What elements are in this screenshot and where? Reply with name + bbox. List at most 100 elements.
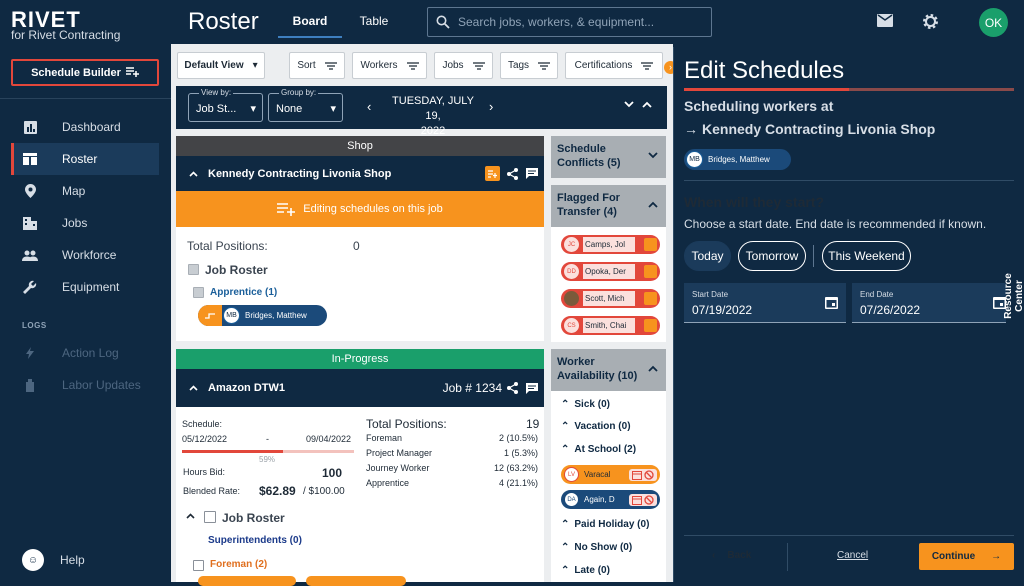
workers-filter-button[interactable]: Workers [352, 52, 427, 79]
sidebar-label: Labor Updates [62, 378, 141, 392]
schedule-builder-button[interactable]: Schedule Builder [11, 59, 159, 86]
flagged-worker-chip[interactable]: JC Camps, Jol [561, 235, 660, 254]
schedule-end: 09/04/2022 [306, 434, 352, 444]
cancel-button[interactable]: Cancel [837, 550, 868, 561]
flagged-worker-chip[interactable]: DD Opoka, Der [561, 262, 660, 281]
sidebar-item-labor-updates[interactable]: Labor Updates [11, 370, 159, 400]
sidebar-item-jobs[interactable]: Jobs [11, 208, 159, 238]
chevron-up-icon[interactable] [189, 385, 198, 391]
schedule-conflicts-header[interactable]: Schedule Conflicts (5) [551, 136, 666, 178]
flagged-title: Flagged For Transfer (4) [557, 192, 620, 218]
today-chip[interactable]: Today [684, 241, 731, 271]
tomorrow-chip[interactable]: Tomorrow [738, 241, 806, 271]
worker-chip[interactable] [306, 576, 406, 586]
view-by-select[interactable]: View by: Job St... ▾ [188, 88, 263, 122]
worker-availability-header[interactable]: Worker Availability (10) [551, 349, 666, 391]
availability-group[interactable]: ⌃ Sick (0) [561, 399, 610, 410]
shop-job-header[interactable]: Kennedy Contracting Livonia Shop [176, 156, 544, 191]
chevron-right-icon[interactable]: › [489, 99, 493, 114]
availability-group[interactable]: ⌃ Paid Holiday (0) [561, 519, 649, 530]
certifications-filter-button[interactable]: Certifications [565, 52, 663, 79]
availability-group-label: At School (2) [574, 444, 637, 455]
add-schedule-icon[interactable] [485, 166, 500, 181]
calendar-icon[interactable] [825, 296, 838, 309]
availability-worker-chip[interactable]: LV Varacal [561, 465, 660, 484]
hours-bid-label: Hours Bid: [183, 467, 226, 477]
scheduling-job: → Kennedy Contracting Livonia Shop [684, 121, 935, 137]
sidebar-item-workforce[interactable]: Workforce [11, 240, 159, 270]
availability-worker-chip[interactable]: DA Again, D [561, 490, 660, 509]
user-avatar[interactable]: OK [979, 8, 1008, 37]
availability-group[interactable]: ⌃ At School (2) [561, 444, 636, 455]
chevron-left-icon[interactable]: ‹ [367, 99, 371, 114]
chevron-up-icon[interactable] [642, 101, 652, 108]
flagged-transfer-header[interactable]: Flagged For Transfer (4) [551, 185, 666, 227]
amazon-roster-checkbox[interactable] [204, 511, 216, 523]
flagged-worker-chip[interactable]: Scott, Mich [561, 289, 660, 308]
view-select[interactable]: Default View ▾ [177, 52, 265, 79]
schedule-progress-fill [182, 450, 284, 453]
worker-chip[interactable] [198, 576, 296, 586]
worker-photo [564, 291, 579, 306]
caret-down-icon: ▾ [252, 60, 258, 71]
position-count: 12 (63.2%) [493, 463, 538, 473]
share-icon[interactable] [507, 167, 518, 180]
sidebar-label: Jobs [62, 216, 88, 230]
availability-group[interactable]: ⌃ Vacation (0) [561, 421, 631, 432]
flag-icon[interactable] [644, 265, 657, 278]
mail-icon[interactable] [877, 14, 893, 27]
superintendents-label[interactable]: Superintendents (0) [208, 535, 302, 546]
job-roster-checkbox[interactable] [188, 264, 199, 275]
tab-table[interactable]: Table [342, 14, 406, 38]
comment-icon[interactable] [526, 382, 538, 394]
tags-filter-label: Tags [507, 60, 530, 71]
jobs-filter-button[interactable]: Jobs [434, 52, 493, 79]
start-hint: Choose a start date. End date is recomme… [684, 217, 987, 231]
this-weekend-chip[interactable]: This Weekend [822, 241, 911, 271]
back-button[interactable]: ‹ Back [712, 550, 751, 561]
selected-worker-chip[interactable]: MB Bridges, Matthew [684, 149, 791, 170]
availability-group[interactable]: ⌃ No Show (0) [561, 542, 632, 553]
tab-board[interactable]: Board [278, 14, 342, 38]
chevron-up-icon: ⌃ [561, 565, 570, 576]
resource-center-tab[interactable]: Resource Center [1003, 253, 1024, 333]
chevron-up-icon[interactable] [189, 170, 198, 177]
worker-avatar: JC [564, 237, 579, 252]
group-by-select[interactable]: Group by: None ▾ [268, 88, 343, 122]
sidebar-item-roster[interactable]: Roster [11, 143, 159, 175]
availability-group[interactable]: ⌃ Late (0) [561, 565, 610, 576]
gear-icon[interactable] [922, 13, 939, 30]
search-input[interactable]: Search jobs, workers, & equipment... [427, 7, 712, 37]
labor-updates-icon [22, 377, 38, 393]
filter-lines-icon [406, 61, 419, 70]
sort-label: Sort [297, 60, 316, 71]
sort-button[interactable]: Sort [289, 52, 345, 79]
filter-lines-icon [472, 61, 485, 70]
sidebar-item-equipment[interactable]: Equipment [11, 272, 159, 302]
tags-filter-button[interactable]: Tags [500, 52, 558, 79]
start-date-input[interactable]: Start Date 07/19/2022 [684, 283, 846, 323]
apprentice-checkbox[interactable] [193, 287, 204, 298]
sidebar-item-action-log[interactable]: Action Log [11, 338, 159, 368]
flag-icon[interactable] [644, 238, 657, 251]
resource-center-label: Resource Center [1003, 273, 1024, 319]
comment-icon[interactable] [526, 168, 538, 179]
workforce-icon [22, 247, 38, 263]
amazon-job-header[interactable]: Amazon DTW1 Job # 1234 [176, 369, 544, 407]
flagged-worker-chip[interactable]: CS Smith, Chai [561, 316, 660, 335]
share-icon[interactable] [507, 382, 518, 394]
foreman-checkbox[interactable] [193, 560, 204, 571]
sidebar-item-map[interactable]: Map [11, 176, 159, 206]
sidebar-item-dashboard[interactable]: Dashboard [11, 112, 159, 142]
worker-chip-bridges[interactable]: MB Bridges, Matthew [198, 305, 327, 326]
chevron-up-icon[interactable] [186, 513, 195, 519]
flag-icon[interactable] [644, 319, 657, 332]
end-date-input[interactable]: End Date 07/26/2022 [852, 283, 1014, 323]
chevron-down-icon[interactable] [624, 101, 634, 108]
bolt-icon [22, 345, 38, 361]
chevron-up-icon: ⌃ [561, 399, 570, 410]
continue-button[interactable]: Continue → [919, 543, 1014, 570]
help-link[interactable]: ☺ Help [22, 549, 85, 571]
start-date-label: Start Date [692, 290, 729, 299]
flag-icon[interactable] [644, 292, 657, 305]
